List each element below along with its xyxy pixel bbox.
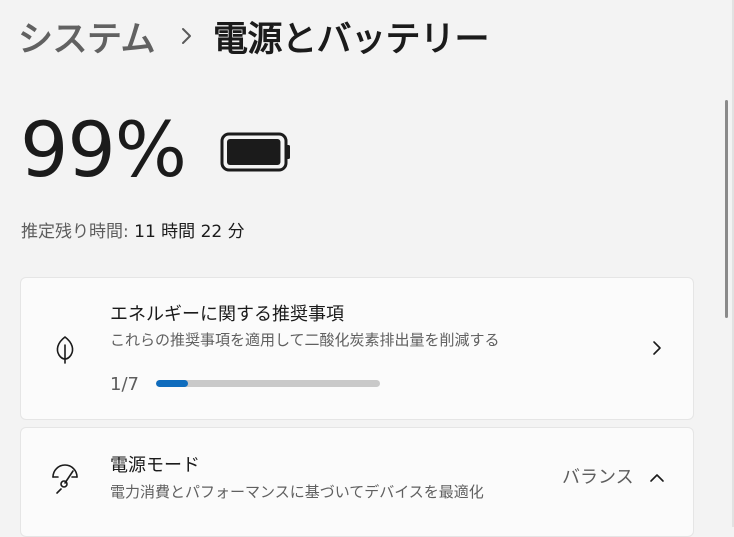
estimate-label: 推定残り時間: <box>21 222 129 242</box>
energy-recommendations-description: これらの推奨事項を適用して二酸化炭素排出量を削減する <box>110 331 500 349</box>
energy-recommendations-card[interactable]: エネルギーに関する推奨事項 これらの推奨事項を適用して二酸化炭素排出量を削減する… <box>20 277 694 420</box>
power-mode-title: 電源モード <box>110 455 200 476</box>
battery-level-fill <box>227 139 281 165</box>
page-title: 電源とバッテリー <box>212 19 490 60</box>
estimated-time-remaining: 推定残り時間: 11 時間 22 分 <box>21 220 245 244</box>
recommendations-progress-fill <box>156 380 188 387</box>
chevron-right-icon <box>653 341 661 355</box>
estimate-value: 11 時間 22 分 <box>134 222 245 242</box>
battery-icon <box>220 132 290 172</box>
power-mode-selected-value[interactable]: バランス <box>562 466 634 490</box>
vertical-scrollbar[interactable] <box>720 0 732 527</box>
scrollbar-thumb[interactable] <box>725 100 728 318</box>
power-mode-description: 電力消費とパフォーマンスに基づいてデバイスを最適化 <box>110 483 484 501</box>
breadcrumb-parent-system[interactable]: システム <box>18 11 155 62</box>
gauge-icon <box>52 464 78 494</box>
leaf-icon <box>56 336 74 364</box>
chevron-right-icon <box>181 26 193 46</box>
recommendations-progress-bar <box>156 380 380 387</box>
power-mode-card[interactable]: 電源モード 電力消費とパフォーマンスに基づいてデバイスを最適化 バランス <box>20 427 694 537</box>
battery-percentage: 99% <box>20 105 187 194</box>
recommendations-progress-count: 1/7 <box>110 374 139 395</box>
breadcrumb: システム 電源とバッテリー <box>18 12 489 60</box>
chevron-up-icon[interactable] <box>647 470 667 486</box>
energy-recommendations-title: エネルギーに関する推奨事項 <box>110 304 344 325</box>
